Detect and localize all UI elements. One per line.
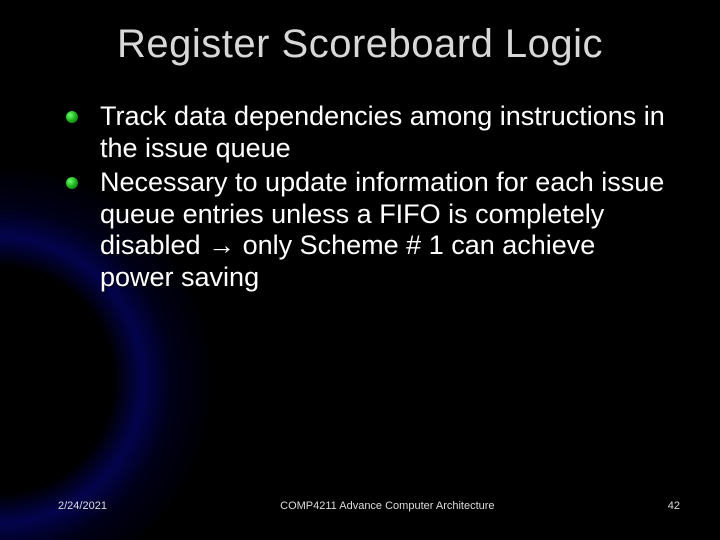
- slide-footer: 2/24/2021 COMP4211 Advance Computer Arch…: [0, 500, 720, 512]
- bullet-item: Track data dependencies among instructio…: [66, 101, 670, 165]
- slide-title: Register Scoreboard Logic: [40, 22, 680, 67]
- slide: Register Scoreboard Logic Track data dep…: [0, 0, 720, 540]
- footer-page-number: 42: [668, 500, 680, 512]
- arrow-icon: →: [208, 230, 235, 260]
- bullet-text: Track data dependencies among instructio…: [100, 101, 665, 163]
- bullet-icon: [66, 177, 78, 189]
- bullet-item: Necessary to update information for each…: [66, 167, 670, 294]
- footer-course: COMP4211 Advance Computer Architecture: [107, 500, 668, 512]
- bullet-icon: [66, 111, 78, 123]
- slide-body: Track data dependencies among instructio…: [40, 101, 680, 294]
- footer-date: 2/24/2021: [58, 500, 107, 512]
